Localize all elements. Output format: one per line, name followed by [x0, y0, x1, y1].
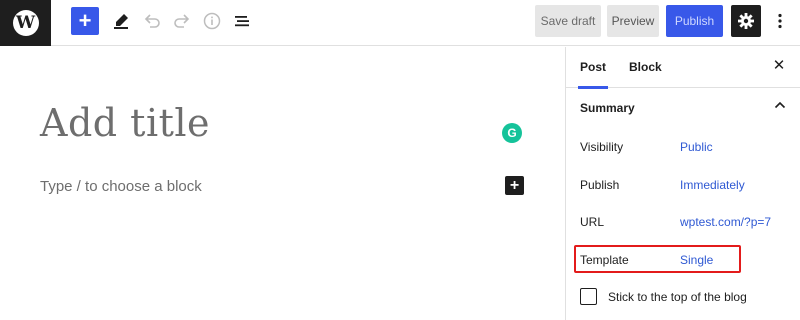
list-view-button[interactable] [228, 7, 256, 35]
editor-canvas: Add title G Type / to choose a block + [0, 47, 565, 320]
details-button[interactable] [198, 7, 226, 35]
undo-button[interactable] [138, 7, 166, 35]
settings-sidebar: Post Block ✕ Summary Visibility Public P… [565, 47, 800, 320]
tools-button[interactable] [107, 7, 135, 35]
gear-icon [738, 13, 754, 29]
tab-block[interactable]: Block [629, 47, 662, 88]
url-label: URL [580, 215, 605, 229]
visibility-label: Visibility [580, 140, 624, 154]
grammarly-icon[interactable]: G [502, 123, 522, 143]
url-link[interactable]: wptest.com/?p=7 [680, 215, 771, 229]
tab-post[interactable]: Post [577, 47, 609, 89]
undo-icon [144, 14, 160, 28]
list-view-icon [235, 16, 249, 27]
block-appender[interactable]: Type / to choose a block [40, 178, 202, 195]
template-highlight-box [574, 245, 741, 273]
sticky-checkbox[interactable] [580, 288, 597, 305]
publish-button[interactable]: Publish [666, 5, 723, 37]
visibility-row: Visibility Public [580, 140, 790, 158]
more-options-button[interactable] [769, 6, 791, 36]
add-block-button[interactable]: + [505, 176, 524, 195]
redo-button[interactable] [168, 7, 196, 35]
sidebar-tabs: Post Block ✕ [566, 47, 800, 89]
sticky-option[interactable]: Stick to the top of the blog [580, 288, 795, 306]
summary-heading[interactable]: Summary [580, 101, 635, 115]
wordpress-logo-button[interactable]: W [0, 0, 51, 46]
post-title-input[interactable]: Add title [40, 101, 210, 145]
top-toolbar: W + Save draft Preview Publish [0, 0, 800, 46]
save-draft-button[interactable]: Save draft [535, 5, 601, 37]
redo-icon [174, 14, 190, 28]
preview-button[interactable]: Preview [607, 5, 659, 37]
sticky-label: Stick to the top of the blog [608, 290, 747, 304]
block-inserter-button[interactable]: + [71, 7, 99, 35]
publish-date-link[interactable]: Immediately [680, 178, 745, 192]
visibility-link[interactable]: Public [680, 140, 713, 154]
info-icon [203, 12, 221, 30]
close-icon[interactable]: ✕ [771, 58, 787, 74]
wordpress-icon: W [12, 10, 39, 36]
pen-icon [114, 14, 128, 29]
settings-button[interactable] [731, 5, 761, 37]
url-row: URL wptest.com/?p=7 [580, 215, 790, 233]
publish-label: Publish [580, 178, 620, 192]
publish-row: Publish Immediately [580, 178, 790, 196]
more-vertical-icon [778, 13, 782, 29]
chevron-up-icon[interactable] [772, 97, 788, 113]
